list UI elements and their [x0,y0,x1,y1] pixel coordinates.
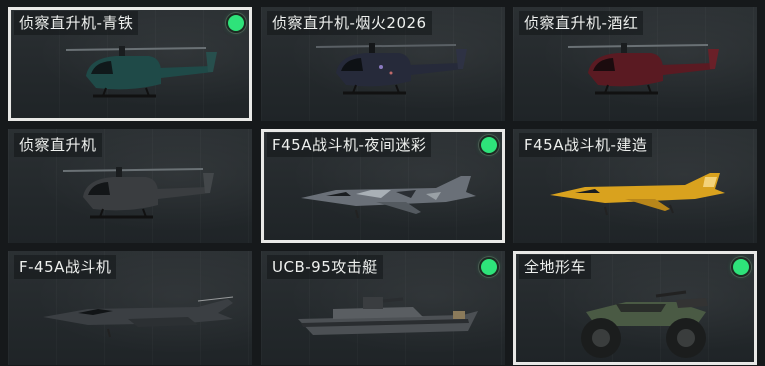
vehicle-name: F45A战斗机-夜间迷彩 [267,133,432,157]
vehicle-card-ucb95-attack-boat[interactable]: UCB-95攻击艇 [261,251,505,365]
vehicle-card-f45a-construction[interactable]: F45A战斗机-建造 [513,129,757,243]
vehicle-name: 侦察直升机-酒红 [519,11,644,35]
vehicle-name: F-45A战斗机 [14,255,117,279]
vehicle-card-scout-heli-teal[interactable]: 侦察直升机-青铁 [8,7,252,121]
vehicle-card-scout-heli[interactable]: 侦察直升机 [8,129,252,243]
fighter-jet-icon [301,176,476,219]
owned-indicator-icon [481,137,497,153]
vehicle-card-f45a[interactable]: F-45A战斗机 [8,251,252,365]
helicopter-icon [65,46,217,98]
owned-indicator-icon [481,259,497,275]
helicopter-icon [567,43,719,95]
vehicle-name: UCB-95攻击艇 [267,255,383,279]
helicopter-icon [62,167,214,219]
atv-icon [581,290,708,358]
vehicle-name: 侦察直升机-青铁 [14,11,139,35]
vehicle-card-f45a-night-camo[interactable]: F45A战斗机-夜间迷彩 [261,129,505,243]
vehicle-card-scout-heli-fireworks[interactable]: 侦察直升机-烟火2026 [261,7,505,121]
owned-indicator-icon [733,259,749,275]
owned-indicator-icon [228,15,244,31]
vehicle-card-scout-heli-wine[interactable]: 侦察直升机-酒红 [513,7,757,121]
stealth-fighter-icon [43,296,234,338]
helicopter-icon [315,43,467,95]
vehicle-skin-grid: 侦察直升机-青铁 侦察直升机-烟火2026 侦察直升机-酒红 侦察直升机 F45… [0,0,765,366]
vehicle-card-atv[interactable]: 全地形车 [513,251,757,365]
fighter-jet-icon [550,173,725,216]
vehicle-name: 全地形车 [519,255,592,279]
vehicle-name: F45A战斗机-建造 [519,133,653,157]
attack-boat-icon [298,297,478,335]
vehicle-name: 侦察直升机-烟火2026 [267,11,432,35]
vehicle-name: 侦察直升机 [14,133,102,157]
